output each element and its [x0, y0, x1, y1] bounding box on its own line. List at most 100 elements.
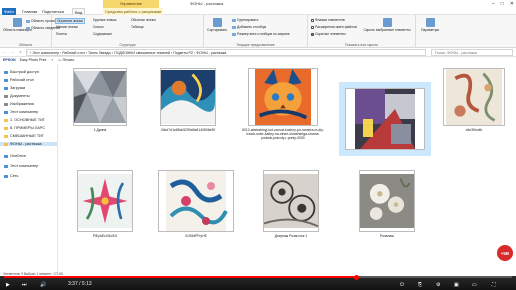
- file-item[interactable]: Розалаш: [354, 170, 420, 238]
- layout-option[interactable]: Мелкие значки: [55, 25, 79, 29]
- file-extensions-toggle[interactable]: Расширения имен файлов: [311, 25, 357, 29]
- nav-item[interactable]: OneDrive: [4, 154, 26, 158]
- options-button[interactable]: Параметры: [421, 18, 439, 32]
- tab-3[interactable]: Поделиться: [40, 8, 66, 15]
- file-item[interactable]: 01S8dPFryHE: [153, 170, 239, 238]
- nav-item[interactable]: ФОНЫ - растяжка: [0, 142, 57, 146]
- theater-icon[interactable]: ▭: [472, 280, 477, 289]
- file-thumbnail[interactable]: [77, 170, 133, 232]
- layout-option[interactable]: Обычные значки: [130, 18, 157, 22]
- layout-option[interactable]: Таблица: [130, 25, 145, 29]
- play-icon[interactable]: ▶: [6, 280, 10, 289]
- ribbon-group-show-hide: Флажки элементов Расширения имен файлов …: [308, 15, 416, 48]
- file-thumbnail[interactable]: [339, 82, 431, 156]
- nav-item[interactable]: Быстрый доступ: [4, 70, 39, 74]
- checkbox-checked-icon: [311, 32, 314, 36]
- fit-columns-button[interactable]: Размер всех столбцов по ширине: [232, 32, 290, 36]
- progress-scrubber[interactable]: [353, 274, 359, 280]
- file-item[interactable]: Декупаж Розаготок 1: [258, 170, 324, 238]
- nav-item[interactable]: Загрузки: [4, 86, 25, 90]
- add-columns-button[interactable]: Добавить столбцы: [232, 25, 266, 29]
- file-thumbnail[interactable]: [263, 170, 319, 232]
- nav-item[interactable]: Рабочий стол: [4, 78, 34, 82]
- nav-item[interactable]: 1. ОСНОВНЫЕ ТИГ: [4, 118, 45, 122]
- ribbon-group-current-view: Сортировать Группировать Добавить столбц…: [204, 15, 308, 48]
- ribbon-group-label: Текущее представление: [236, 43, 275, 47]
- close-icon[interactable]: ✕: [510, 0, 514, 8]
- pictures-icon: [4, 102, 8, 106]
- file-name: c6e39mdfc: [465, 128, 483, 132]
- tab-5[interactable]: Средства работы с рисунками: [103, 8, 164, 15]
- checkbox-icon: [311, 18, 314, 22]
- tab-2[interactable]: Главная: [20, 8, 39, 15]
- file-item[interactable]: 8212-abstraktnyj-kot-ocovat-koshny-po-no…: [242, 68, 324, 140]
- nav-item[interactable]: 8. ПРИМЕРЫ ЛАРС: [4, 126, 45, 130]
- fullscreen-icon[interactable]: ⛶: [492, 280, 496, 289]
- file-thumbnail[interactable]: [359, 170, 415, 232]
- context-tab-manage[interactable]: Управление: [103, 0, 159, 8]
- file-item[interactable]: 43ed7d1e85cb5299a9a9140806e90: [155, 68, 221, 132]
- maximize-icon[interactable]: □: [501, 0, 504, 8]
- navigation-pane: Быстрый доступ Рабочий стол Загрузки Докуме…: [0, 64, 58, 274]
- folder-icon: [4, 134, 8, 138]
- file-thumbnail[interactable]: [443, 68, 505, 126]
- file-item[interactable]: 1.Дрина: [68, 68, 132, 132]
- layout-option[interactable]: Содержимое: [92, 32, 113, 36]
- nav-item[interactable]: Этот компьютер: [4, 164, 38, 168]
- nav-item[interactable]: Изображения: [4, 102, 34, 106]
- settings-icon[interactable]: ⚙: [436, 280, 440, 289]
- address-bar-row: ← → ∨ ↑ › Этот компьютер › Рабочий стол …: [0, 48, 516, 57]
- computer-icon: [4, 164, 8, 168]
- item-checkboxes-toggle[interactable]: Флажки элементов: [311, 18, 345, 22]
- nav-item[interactable]: Сеть: [4, 174, 18, 178]
- autoplay-icon[interactable]: ⏻: [400, 280, 404, 289]
- subtitles-icon[interactable]: ⎘: [418, 280, 422, 289]
- explorer-window: Управление ФОНЫ - растяжка – □ ✕ Файл Гла…: [0, 0, 516, 290]
- cloud-icon: [4, 154, 8, 158]
- documents-icon: [4, 94, 8, 98]
- hidden-items-toggle[interactable]: Скрытые элементы: [311, 32, 346, 36]
- address-bar[interactable]: › Этот компьютер › Рабочий стол › Тилек …: [26, 49, 426, 56]
- volume-icon[interactable]: 🔊: [40, 280, 46, 289]
- dropdown-icon[interactable]: ▾: [51, 58, 53, 62]
- group-by-button[interactable]: Группировать: [232, 18, 258, 22]
- time-display: 3:37 / 5:13: [68, 281, 92, 287]
- file-thumbnail[interactable]: [248, 68, 318, 126]
- window-controls: – □ ✕: [492, 0, 514, 8]
- miniplayer-icon[interactable]: ▣: [454, 280, 459, 289]
- nav-item-label: OneDrive: [10, 154, 27, 158]
- file-item[interactable]: PlEyAEcGkVAO: [72, 170, 138, 238]
- progress-bar[interactable]: [4, 274, 512, 280]
- next-icon[interactable]: ⏭: [22, 280, 27, 289]
- progress-fill: [4, 276, 357, 278]
- ribbon: Область навигации Область просмотра Обла…: [0, 15, 516, 48]
- nav-item[interactable]: Документы: [4, 94, 30, 98]
- epson-logo: EPSON: [3, 58, 16, 62]
- file-thumbnail[interactable]: [160, 68, 216, 126]
- file-name: Розалаш: [380, 234, 394, 238]
- layout-option[interactable]: Крупные значки: [92, 18, 117, 22]
- computer-icon: [4, 110, 8, 114]
- file-item[interactable]: [339, 82, 431, 156]
- tab-1[interactable]: Файл: [2, 8, 16, 15]
- layout-option[interactable]: Список: [92, 25, 105, 29]
- file-name: 01S8dPFryHE: [185, 234, 207, 238]
- nav-item[interactable]: Этот компьютер: [4, 110, 38, 114]
- star-icon: [4, 70, 8, 74]
- print-button[interactable]: Печать: [63, 58, 75, 62]
- channel-badge[interactable]: +5B: [496, 244, 514, 262]
- ribbon-group-label: Показать или скрыть: [345, 43, 378, 47]
- hide-selected-button[interactable]: Скрыть выбранные элементы: [363, 18, 411, 32]
- file-item[interactable]: c6e39mdfc: [438, 68, 510, 132]
- search-input[interactable]: Поиск: ФОНЫ - растяжка: [431, 49, 513, 56]
- minimize-icon[interactable]: –: [492, 0, 495, 8]
- file-thumbnail[interactable]: [158, 170, 234, 232]
- file-thumbnail[interactable]: [73, 68, 127, 126]
- nav-item[interactable]: СМЕШАННЫЕ ТИГ: [4, 134, 44, 138]
- fit-icon: [232, 32, 236, 36]
- sort-button[interactable]: Сортировать: [207, 18, 227, 32]
- epson-app-button[interactable]: Easy Photo Print: [20, 58, 47, 62]
- nav-item-label: Рабочий стол: [10, 78, 34, 82]
- layout-option[interactable]: Огромные значки: [55, 18, 85, 24]
- layout-option[interactable]: Плитка: [55, 32, 68, 36]
